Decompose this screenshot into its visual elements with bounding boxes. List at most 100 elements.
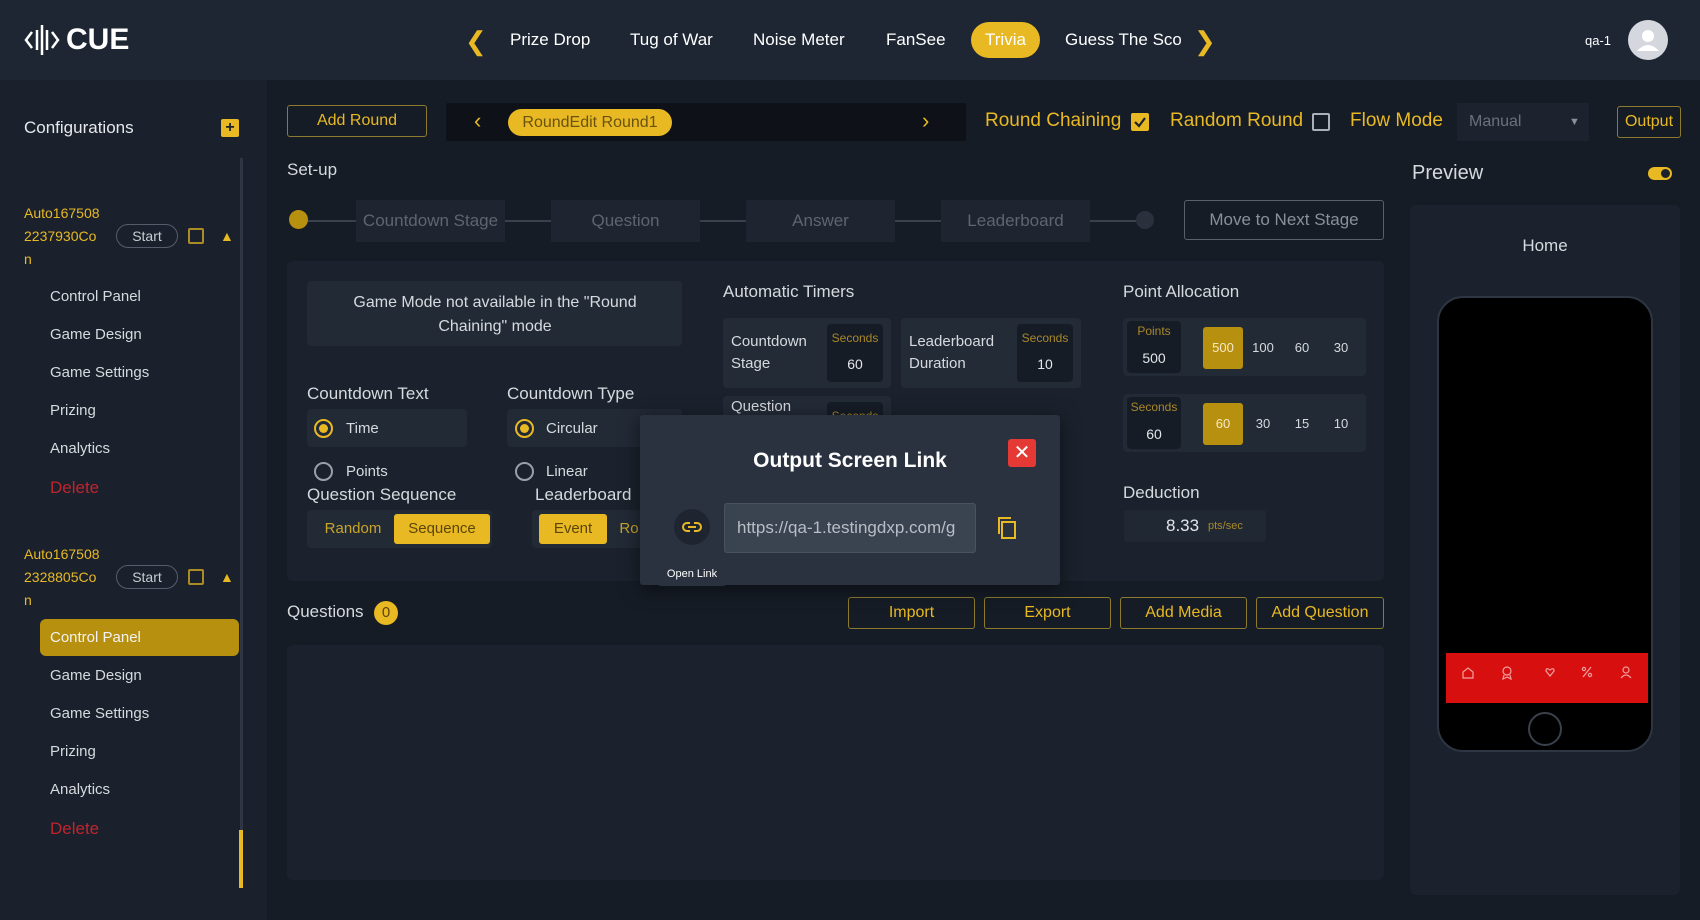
timer-unit: Seconds bbox=[831, 331, 879, 345]
tab-fansee[interactable]: FanSee bbox=[872, 22, 960, 58]
radio-time[interactable] bbox=[314, 419, 333, 438]
timer-label: Leaderboard Duration bbox=[909, 333, 995, 372]
preview-toggle[interactable] bbox=[1648, 167, 1672, 180]
stage-start-dot bbox=[289, 210, 308, 229]
sidebar-item-prizing[interactable]: Prizing bbox=[40, 733, 239, 770]
brand-name: CUE bbox=[66, 23, 130, 56]
sidebar: Configurations + Auto167508 2237930Co n … bbox=[0, 80, 267, 920]
radio-time-label: Time bbox=[346, 420, 379, 437]
countdown-type-title: Countdown Type bbox=[507, 384, 635, 403]
timer-value: 10 bbox=[1037, 356, 1053, 372]
avatar[interactable] bbox=[1628, 20, 1668, 60]
points-option-60[interactable]: 60 bbox=[1282, 327, 1322, 369]
tab-prize-drop[interactable]: Prize Drop bbox=[496, 22, 604, 58]
radio-points-label: Points bbox=[346, 463, 388, 480]
preview-screen-title: Home bbox=[1522, 236, 1568, 255]
nav-next-arrow-icon[interactable]: ❯ bbox=[1194, 26, 1216, 57]
nav-prev-arrow-icon[interactable]: ❮ bbox=[465, 26, 487, 57]
leaderboard-title: Leaderboard bbox=[535, 485, 632, 504]
copy-glyph bbox=[998, 517, 1016, 539]
sidebar-item-game-settings[interactable]: Game Settings bbox=[40, 354, 239, 391]
sidebar-item-game-design[interactable]: Game Design bbox=[40, 657, 239, 694]
points-option-500[interactable]: 500 bbox=[1203, 327, 1243, 369]
move-next-stage-button[interactable]: Move to Next Stage bbox=[1184, 200, 1384, 240]
stage-question[interactable]: Question bbox=[551, 200, 700, 242]
output-button[interactable]: Output bbox=[1617, 106, 1681, 138]
sidebar-item-analytics[interactable]: Analytics bbox=[40, 771, 239, 808]
export-button[interactable]: Export bbox=[984, 597, 1111, 629]
phone-nav-bar bbox=[1446, 653, 1648, 703]
config-name[interactable]: Auto167508 2328805Co n bbox=[24, 543, 114, 612]
copy-icon[interactable] bbox=[996, 516, 1018, 545]
radio-linear[interactable] bbox=[515, 462, 534, 481]
seconds-option-10[interactable]: 10 bbox=[1321, 403, 1361, 445]
cue-logo[interactable]: CUE bbox=[24, 22, 129, 58]
qr-code-icon[interactable] bbox=[188, 569, 204, 585]
output-link-modal: Output Screen Link ✕ https://qa-1.testin… bbox=[640, 415, 1060, 585]
sidebar-item-game-design[interactable]: Game Design bbox=[40, 316, 239, 353]
add-config-icon[interactable]: + bbox=[221, 119, 239, 137]
sequence-sequence-button[interactable]: Sequence bbox=[394, 514, 490, 544]
stage-leaderboard[interactable]: Leaderboard bbox=[941, 200, 1090, 242]
point-allocation-title: Point Allocation bbox=[1123, 282, 1240, 301]
add-round-button[interactable]: Add Round bbox=[287, 105, 427, 137]
timer-input[interactable]: Seconds 60 bbox=[827, 324, 883, 382]
import-button[interactable]: Import bbox=[848, 597, 975, 629]
leaderboard-event-button[interactable]: Event bbox=[539, 514, 607, 544]
radio-linear-label: Linear bbox=[546, 463, 588, 480]
seconds-option-30[interactable]: 30 bbox=[1243, 403, 1283, 445]
deduction-title: Deduction bbox=[1123, 483, 1200, 502]
stage-answer[interactable]: Answer bbox=[746, 200, 895, 242]
sidebar-item-delete[interactable]: Delete bbox=[40, 810, 239, 847]
tab-noise-meter[interactable]: Noise Meter bbox=[739, 22, 859, 58]
stage-connector bbox=[700, 220, 746, 222]
sidebar-scrollbar[interactable] bbox=[240, 158, 243, 888]
start-button[interactable]: Start bbox=[116, 565, 178, 589]
points-unit: Points bbox=[1137, 324, 1171, 338]
sidebar-item-control-panel[interactable]: Control Panel bbox=[40, 619, 239, 656]
round-chaining-checkbox[interactable] bbox=[1131, 113, 1149, 131]
round-name-pill[interactable]: RoundEdit Round1 bbox=[508, 109, 672, 136]
game-mode-note: Game Mode not available in the "Round Ch… bbox=[353, 294, 637, 335]
open-link-icon[interactable] bbox=[674, 509, 710, 545]
sidebar-item-control-panel[interactable]: Control Panel bbox=[40, 278, 239, 315]
sidebar-item-delete[interactable]: Delete bbox=[40, 469, 239, 506]
stage-countdown[interactable]: Countdown Stage bbox=[356, 200, 505, 242]
radio-points[interactable] bbox=[314, 462, 333, 481]
top-nav-bar: CUE ❮ Prize Drop Tug of War Noise Meter … bbox=[0, 0, 1700, 80]
tab-guess-the-score[interactable]: Guess The Sco bbox=[1051, 22, 1181, 58]
check-icon bbox=[1134, 117, 1146, 128]
tab-tug-of-war[interactable]: Tug of War bbox=[616, 22, 727, 58]
countdown-text-title: Countdown Text bbox=[307, 384, 429, 403]
timer-leaderboard-duration: Leaderboard Duration Seconds 10 bbox=[901, 318, 1081, 388]
radio-circular[interactable] bbox=[515, 419, 534, 438]
tab-trivia[interactable]: Trivia bbox=[971, 22, 1040, 58]
chevron-up-icon[interactable]: ▲ bbox=[220, 569, 234, 585]
stage-connector bbox=[895, 220, 941, 222]
add-question-button[interactable]: Add Question bbox=[1256, 597, 1384, 629]
seconds-option-60[interactable]: 60 bbox=[1203, 403, 1243, 445]
deduction-field[interactable]: 8.33 pts/sec bbox=[1124, 510, 1266, 542]
close-icon[interactable]: ✕ bbox=[1008, 439, 1036, 467]
round-next-arrow-icon[interactable]: › bbox=[922, 108, 929, 134]
sidebar-item-prizing[interactable]: Prizing bbox=[40, 392, 239, 429]
random-round-checkbox[interactable] bbox=[1312, 113, 1330, 131]
timer-input[interactable]: Seconds 10 bbox=[1017, 324, 1073, 382]
round-prev-arrow-icon[interactable]: ‹ bbox=[474, 108, 481, 134]
points-option-100[interactable]: 100 bbox=[1243, 327, 1283, 369]
sidebar-item-analytics[interactable]: Analytics bbox=[40, 430, 239, 467]
sidebar-item-game-settings[interactable]: Game Settings bbox=[40, 695, 239, 732]
sidebar-scroll-thumb[interactable] bbox=[239, 830, 243, 888]
points-option-30[interactable]: 30 bbox=[1321, 327, 1361, 369]
output-url-field[interactable]: https://qa-1.testingdxp.com/g bbox=[724, 503, 976, 553]
seconds-input[interactable]: Seconds 60 bbox=[1127, 397, 1181, 449]
points-input[interactable]: Points 500 bbox=[1127, 321, 1181, 373]
seconds-option-15[interactable]: 15 bbox=[1282, 403, 1322, 445]
config-name[interactable]: Auto167508 2237930Co n bbox=[24, 202, 114, 271]
qr-code-icon[interactable] bbox=[188, 228, 204, 244]
start-button[interactable]: Start bbox=[116, 224, 178, 248]
flow-mode-select[interactable]: Manual ▼ bbox=[1457, 103, 1589, 141]
sequence-random-button[interactable]: Random bbox=[316, 514, 390, 544]
add-media-button[interactable]: Add Media bbox=[1120, 597, 1247, 629]
chevron-up-icon[interactable]: ▲ bbox=[220, 228, 234, 244]
